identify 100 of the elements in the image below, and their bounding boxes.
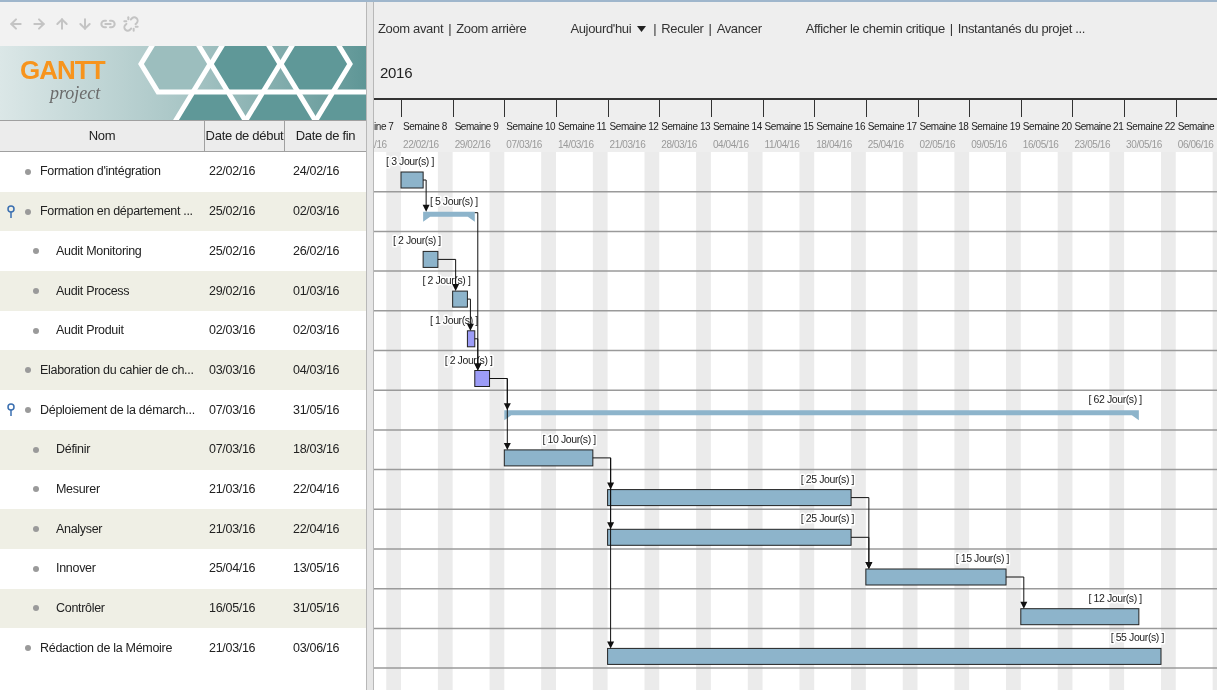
task-name: Audit Monitoring [56,242,142,260]
duration-label: [ 2 Jour(s) ] [393,234,441,247]
end-date: 18/03/16 [292,441,341,459]
week-label: Semaine 8 [403,120,447,134]
task-name: Analyser [56,520,103,538]
duration-label: [ 15 Jour(s) ] [955,552,1010,564]
toolbar-separator: | [653,20,657,38]
task-bullet-icon [25,645,31,652]
week-date: 28/03/16 [661,138,697,152]
logo-subtitle: project [48,84,102,102]
task-bullet-icon [25,168,31,175]
toolbar-link[interactable]: Zoom avant [378,19,444,39]
task-name: Mesurer [56,480,100,498]
column-header[interactable]: Date de début [205,121,285,151]
week-label: Semaine 21 [1074,120,1124,134]
week-date: 04/04/16 [712,138,749,152]
task-bar[interactable] [474,370,491,387]
duration-label: [ 25 Jour(s) ] [800,512,855,525]
toolbar-link[interactable]: Afficher le chemin critique [805,19,945,39]
end-date: 01/03/16 [292,282,341,300]
today-dropdown[interactable]: Aujourd'hui [570,19,647,39]
toolbar-link[interactable]: Reculer [661,19,704,39]
toolbar-link[interactable]: Instantanés du projet ... [957,19,1085,39]
week-label: Semaine 9 [454,120,499,134]
start-date: 29/02/16 [208,282,257,300]
week-label: Semaine 22 [1126,120,1175,134]
start-date: 22/02/16 [208,163,257,181]
task-row[interactable]: Formation en département ... 25/02/16 02/03/16 [0,191,366,232]
toolbar-separator: | [949,20,953,38]
week-date: 02/05/16 [919,138,956,152]
task-row[interactable]: Audit Process 29/02/16 01/03/16 [0,271,366,311]
splitter-handle[interactable] [366,2,374,690]
task-bullet-icon [25,406,31,413]
task-bullet-icon [33,605,39,612]
week-label: Semaine 15 [764,120,814,134]
task-bullet-icon [25,367,31,374]
start-date: 16/05/16 [208,600,257,618]
week-date: 23/05/16 [1074,138,1111,152]
column-header[interactable]: Nom [0,121,205,151]
week-date: 14/03/16 [557,138,594,152]
end-date: 13/05/16 [292,560,341,578]
week-label: Semaine 17 [867,120,917,134]
task-row[interactable]: Définir 07/03/16 18/03/16 [0,429,366,470]
task-row[interactable]: Analyser 21/03/16 22/04/16 [0,509,366,549]
task-bar[interactable] [422,250,439,268]
task-row[interactable]: Contrôler 16/05/16 31/05/16 [0,588,366,629]
week-date: 18/04/16 [816,138,852,152]
task-name: Contrôler [56,600,105,618]
week-date: 09/05/16 [971,138,1007,152]
task-bullet-icon [33,446,39,453]
end-date: 24/02/16 [292,163,341,181]
start-date: 03/03/16 [208,361,257,379]
start-date: 25/02/16 [208,203,257,221]
toolbar-link[interactable]: Zoom arrière [456,19,527,39]
end-date: 02/03/16 [292,322,341,340]
task-name: Formation d'intégration [40,163,161,181]
task-row[interactable]: Elaboration du cahier de ch... 03/03/16 04/03/16 [0,350,366,391]
toolbar-link[interactable]: Avancer [716,19,762,39]
logo-title: GANTT [20,56,107,84]
task-bar[interactable] [1020,608,1140,626]
caret-icon [637,25,647,32]
week-date: 25/04/16 [867,138,904,152]
summary-bar[interactable] [504,410,1139,421]
toolbar-separator: | [708,20,712,38]
duration-label: [ 3 Jour(s) ] [386,155,434,167]
start-date: 21/03/16 [208,520,257,538]
summary-bar[interactable] [423,211,475,222]
end-date: 22/04/16 [292,480,341,498]
week-label: Semaine [1177,120,1215,134]
task-bullet-icon [33,526,39,533]
week-label: Semaine 18 [919,120,969,134]
week-label: Semaine 14 [712,120,762,134]
start-date: 25/04/16 [208,560,257,578]
duration-label: [ 10 Jour(s) ] [542,432,596,445]
year-label: 2016 [380,63,413,83]
week-date: 11/04/16 [764,138,800,152]
week-label: Semaine 19 [971,120,1020,134]
toolbar-separator: | [448,20,452,38]
start-date: 07/03/16 [208,401,257,419]
task-bar[interactable] [607,528,852,546]
column-header[interactable]: Date de fin [285,121,366,151]
week-label: Semaine 11 [557,120,607,134]
task-name: Formation en département ... [40,203,193,221]
duration-label: [ 12 Jour(s) ] [1088,591,1142,604]
week-date: 29/02/16 [454,138,491,152]
task-bar[interactable] [452,290,468,308]
week-date: 16/05/16 [1022,138,1059,152]
expanded-node-icon[interactable] [7,205,15,219]
task-name: Rédaction de la Mémoire [40,639,173,657]
week-date: 07/03/16 [506,138,543,152]
arrow-down-icon [77,16,93,32]
week-label: Semaine 12 [609,120,659,134]
expanded-node-icon[interactable] [7,403,15,417]
task-name: Audit Produit [56,322,124,340]
task-name: Innover [56,560,96,578]
task-bar[interactable] [607,647,1162,665]
week-date: 30/05/16 [1126,138,1162,152]
task-bar[interactable] [607,489,852,507]
task-bar[interactable] [466,330,476,348]
week-date: 22/02/16 [403,138,439,152]
